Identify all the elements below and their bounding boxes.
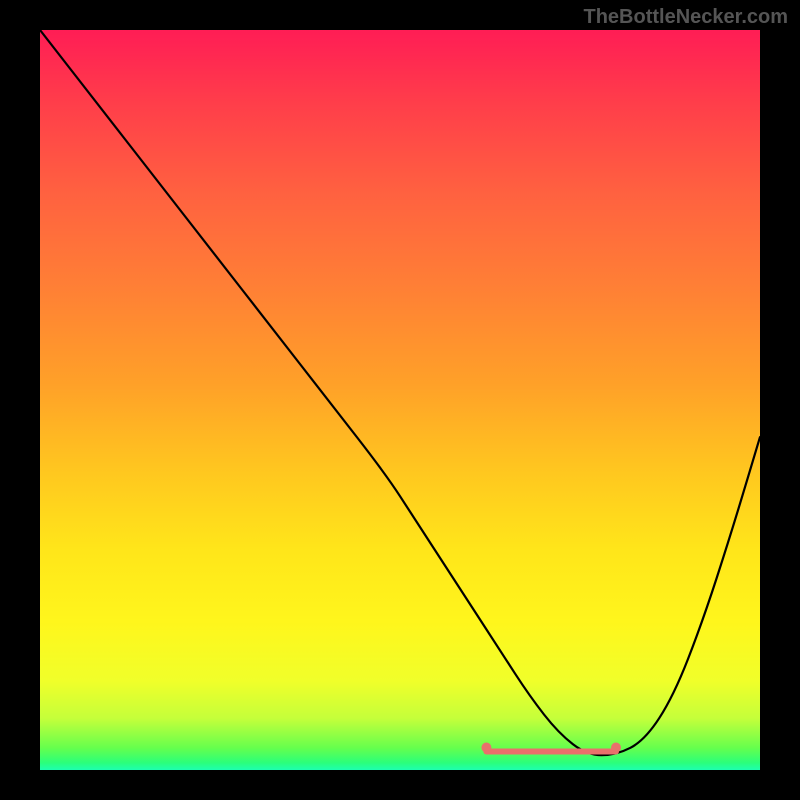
optimal-range-start-dot [481,743,491,753]
watermark-text: TheBottleNecker.com [583,6,788,29]
optimal-range-end-dot [611,743,621,753]
chart-plot [40,30,760,770]
bottleneck-curve [40,30,760,755]
chart-svg [40,30,760,770]
